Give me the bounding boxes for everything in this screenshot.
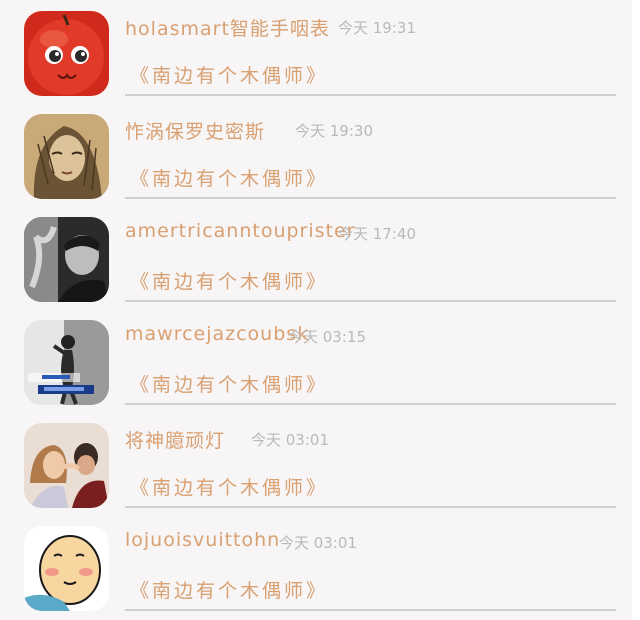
message-title: 《南边有个木偶师》 <box>130 580 329 602</box>
timestamp: 今天 17:40 <box>338 225 416 243</box>
timestamp: 今天 03:01 <box>251 431 329 449</box>
sender-name: 将神臆顽灯 <box>125 430 226 452</box>
message-title: 《南边有个木偶师》 <box>130 168 329 190</box>
message-title: 《南边有个木偶师》 <box>130 477 329 499</box>
cartoon-bald-man-avatar[interactable] <box>24 526 109 611</box>
timestamp: 今天 03:15 <box>288 328 366 346</box>
message-item[interactable]: holasmart智能手咽表 今天 19:31 《南边有个木偶师》 <box>0 0 640 103</box>
sender-name: mawrcejazcoubsk <box>125 323 310 345</box>
bw-man-smoke-avatar[interactable] <box>24 217 109 302</box>
message-item[interactable]: 将神臆顽灯 今天 03:01 《南边有个木偶师》 <box>0 412 640 515</box>
message-title: 《南边有个木偶师》 <box>130 271 329 293</box>
sender-name: 怍涡保罗史密斯 <box>125 121 266 143</box>
message-title: 《南边有个木偶师》 <box>130 65 329 87</box>
sender-name: lojuoisvuittohn <box>125 529 281 551</box>
scroll-edge <box>632 0 640 620</box>
divider <box>125 609 616 611</box>
divider <box>125 403 616 405</box>
divider <box>125 506 616 508</box>
sender-name: amertricanntouprister <box>125 220 356 242</box>
timestamp: 今天 19:31 <box>338 19 416 37</box>
message-title: 《南边有个木偶师》 <box>130 374 329 396</box>
message-item[interactable]: 怍涡保罗史密斯 今天 19:30 《南边有个木偶师》 <box>0 103 640 206</box>
message-item[interactable]: lojuoisvuittohn 今天 03:01 《南边有个木偶师》 <box>0 515 640 618</box>
message-list: holasmart智能手咽表 今天 19:31 《南边有个木偶师》 怍涡保罗史密… <box>0 0 640 620</box>
divider <box>125 300 616 302</box>
red-apple-face-avatar[interactable] <box>24 11 109 96</box>
divider <box>125 197 616 199</box>
sketch-girl-avatar[interactable] <box>24 114 109 199</box>
timestamp: 今天 19:30 <box>295 122 373 140</box>
timestamp: 今天 03:01 <box>279 534 357 552</box>
bw-person-leaning-avatar[interactable] <box>24 320 109 405</box>
message-item[interactable]: amertricanntouprister 今天 17:40 《南边有个木偶师》 <box>0 206 640 309</box>
sender-name: holasmart智能手咽表 <box>125 18 330 40</box>
divider <box>125 94 616 96</box>
couple-photo-avatar[interactable] <box>24 423 109 508</box>
message-item[interactable]: mawrcejazcoubsk 今天 03:15 《南边有个木偶师》 <box>0 309 640 412</box>
